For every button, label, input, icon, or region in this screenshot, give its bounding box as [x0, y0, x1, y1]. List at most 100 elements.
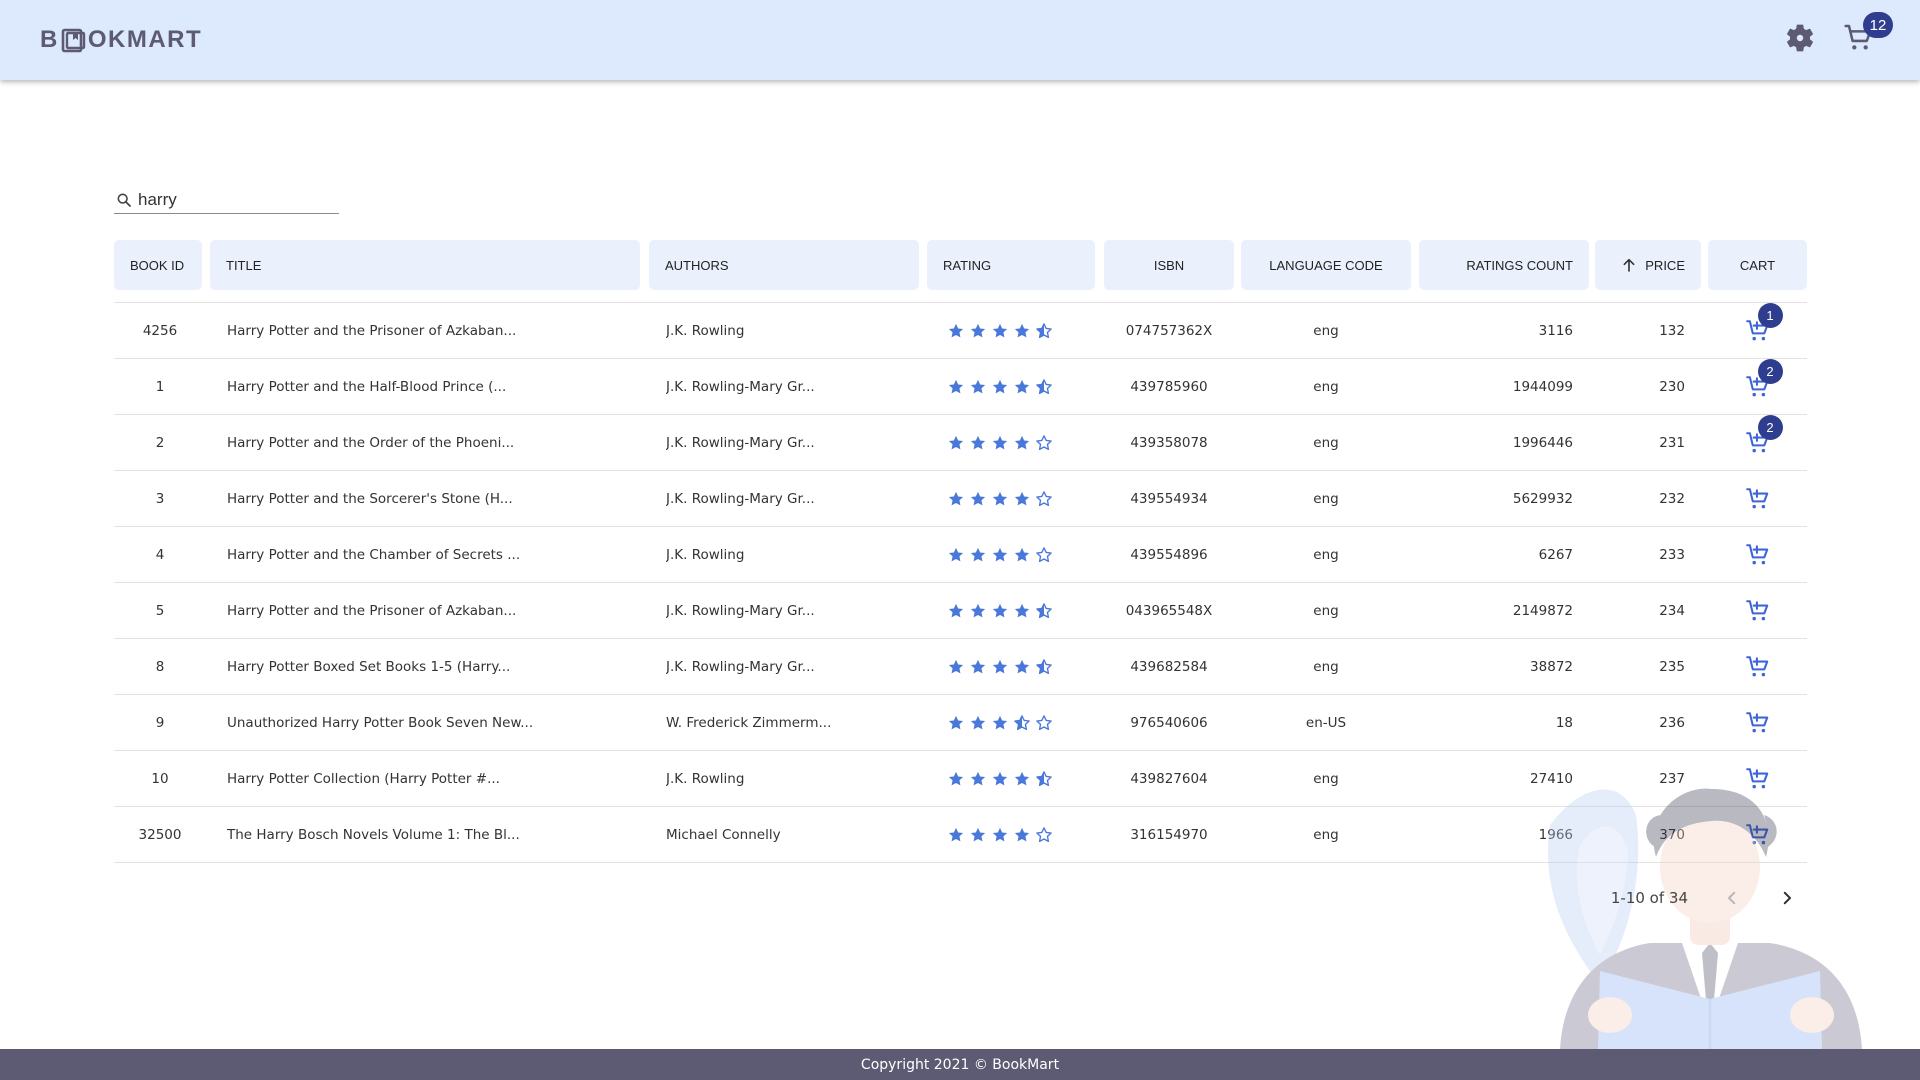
chevron-left-icon: [1728, 891, 1736, 905]
cell-rating: [947, 807, 1097, 863]
add-to-cart-button[interactable]: [1743, 652, 1773, 682]
column-header-authors[interactable]: AUTHORS: [649, 240, 919, 290]
add-to-cart-button[interactable]: [1743, 708, 1773, 738]
table-row: 3 Harry Potter and the Sorcerer's Stone (…: [114, 471, 1807, 527]
cell-ratings-count: 1996446: [1512, 435, 1573, 451]
full-star-icon: [970, 827, 986, 842]
cell-price: 232: [1659, 491, 1685, 507]
full-star-icon: [948, 603, 964, 618]
cell-authors: J.K. Rowling-Mary Gr...: [666, 435, 815, 451]
cell-price: 234: [1659, 603, 1685, 619]
full-star-icon: [992, 547, 1008, 562]
full-star-icon: [970, 491, 986, 506]
cell-cart: [1708, 471, 1807, 527]
table-row: 2 Harry Potter and the Order of the Phoen…: [114, 415, 1807, 471]
full-star-icon: [992, 435, 1008, 450]
cell-book-id: 10: [151, 771, 169, 787]
header-cart-button[interactable]: 12: [1843, 12, 1893, 59]
cell-cart: [1708, 639, 1807, 695]
full-star-icon: [948, 491, 964, 506]
add-to-cart-icon: [1745, 768, 1768, 789]
cell-title: Harry Potter and the Half-Blood Prince (…: [227, 379, 507, 395]
cart-qty-badge: 1: [1757, 303, 1783, 328]
table-row: 1 Harry Potter and the Half-Blood Prince …: [114, 359, 1807, 415]
chevron-right-icon: [1783, 891, 1791, 905]
cell-title: Harry Potter Boxed Set Books 1-5 (Harry.…: [227, 659, 511, 675]
settings-button[interactable]: [1784, 22, 1816, 59]
add-to-cart-button[interactable]: [1743, 596, 1773, 626]
full-star-icon: [1014, 323, 1030, 338]
rating-stars: [947, 378, 1053, 396]
cell-isbn: 439554896: [1130, 547, 1208, 563]
cell-language-code: eng: [1313, 379, 1339, 395]
cell-cart: [1708, 583, 1807, 639]
column-header-cart[interactable]: CART: [1708, 240, 1807, 290]
cell-isbn: 439554934: [1130, 491, 1208, 507]
cell-rating: [947, 527, 1097, 583]
add-to-cart-button[interactable]: 1: [1743, 303, 1783, 346]
column-header-title[interactable]: TITLE: [210, 240, 640, 290]
add-to-cart-button[interactable]: [1743, 764, 1773, 794]
full-star-icon: [992, 659, 1008, 674]
cell-title: Harry Potter and the Chamber of Secrets …: [227, 547, 521, 563]
table-row: 9 Unauthorized Harry Potter Book Seven Ne…: [114, 695, 1807, 751]
cell-isbn: 439785960: [1130, 379, 1208, 395]
full-star-icon: [948, 435, 964, 450]
column-header-ratings-count[interactable]: RATINGS COUNT: [1419, 240, 1589, 290]
cell-cart: 2: [1708, 359, 1807, 415]
cell-authors: J.K. Rowling-Mary Gr...: [666, 659, 815, 675]
next-page-button[interactable]: [1767, 883, 1807, 913]
half-star-icon: [1014, 715, 1030, 731]
cell-price: 132: [1659, 323, 1685, 339]
add-to-cart-button[interactable]: [1743, 820, 1773, 850]
column-header-rating[interactable]: RATING: [927, 240, 1095, 290]
empty-star-icon: [1036, 491, 1052, 507]
rating-stars: [947, 434, 1053, 452]
full-star-icon: [970, 603, 986, 618]
cell-isbn: 316154970: [1130, 827, 1208, 843]
cell-title: Harry Potter and the Prisoner of Azkaban…: [227, 323, 517, 339]
search-input[interactable]: [138, 189, 328, 210]
cart-count-badge: 12: [1863, 12, 1893, 38]
full-star-icon: [992, 827, 1008, 842]
cell-ratings-count: 27410: [1530, 771, 1573, 787]
column-header-book-id[interactable]: BOOK ID: [114, 240, 202, 290]
full-star-icon: [970, 435, 986, 450]
table-row: 8 Harry Potter Boxed Set Books 1-5 (Harry…: [114, 639, 1807, 695]
column-header-language-code[interactable]: LANGUAGE CODE: [1241, 240, 1411, 290]
search-field[interactable]: [114, 186, 339, 214]
cell-authors: J.K. Rowling-Mary Gr...: [666, 603, 815, 619]
column-header-price[interactable]: PRICE: [1595, 240, 1701, 290]
full-star-icon: [948, 715, 964, 730]
cell-language-code: eng: [1313, 827, 1339, 843]
full-star-icon: [1014, 827, 1030, 842]
page-range-label: 1-10 of 34: [1610, 889, 1688, 907]
cell-book-id: 4: [155, 547, 165, 563]
cell-price: 370: [1659, 827, 1685, 843]
add-to-cart-button[interactable]: [1743, 540, 1773, 570]
cell-price: 236: [1659, 715, 1685, 731]
table-row: 32500 The Harry Bosch Novels Volume 1: Th…: [114, 807, 1807, 863]
previous-page-button[interactable]: [1712, 883, 1752, 913]
half-star-icon: [1036, 771, 1052, 787]
cell-title: Harry Potter and the Order of the Phoeni…: [227, 435, 515, 451]
cell-book-id: 5: [155, 603, 165, 619]
full-star-icon: [1014, 547, 1030, 562]
add-to-cart-button[interactable]: 2: [1743, 415, 1783, 458]
add-to-cart-button[interactable]: 2: [1743, 359, 1783, 402]
cell-language-code: en-US: [1305, 715, 1347, 731]
cell-book-id: 8: [155, 659, 165, 675]
cell-rating: [947, 695, 1097, 751]
add-to-cart-button[interactable]: [1743, 484, 1773, 514]
cell-title: The Harry Bosch Novels Volume 1: The Bl.…: [227, 827, 520, 843]
rating-stars: [947, 490, 1053, 508]
cell-isbn: 439827604: [1130, 771, 1208, 787]
cell-price: 230: [1659, 379, 1685, 395]
cell-language-code: eng: [1313, 547, 1339, 563]
copyright-text: Copyright 2021 © BookMart: [860, 1056, 1060, 1073]
column-header-isbn[interactable]: ISBN: [1104, 240, 1234, 290]
cart-qty-badge: 2: [1757, 359, 1783, 384]
cell-price: 231: [1659, 435, 1685, 451]
cell-language-code: eng: [1313, 435, 1339, 451]
brand-logo[interactable]: B OKMART: [40, 26, 202, 54]
